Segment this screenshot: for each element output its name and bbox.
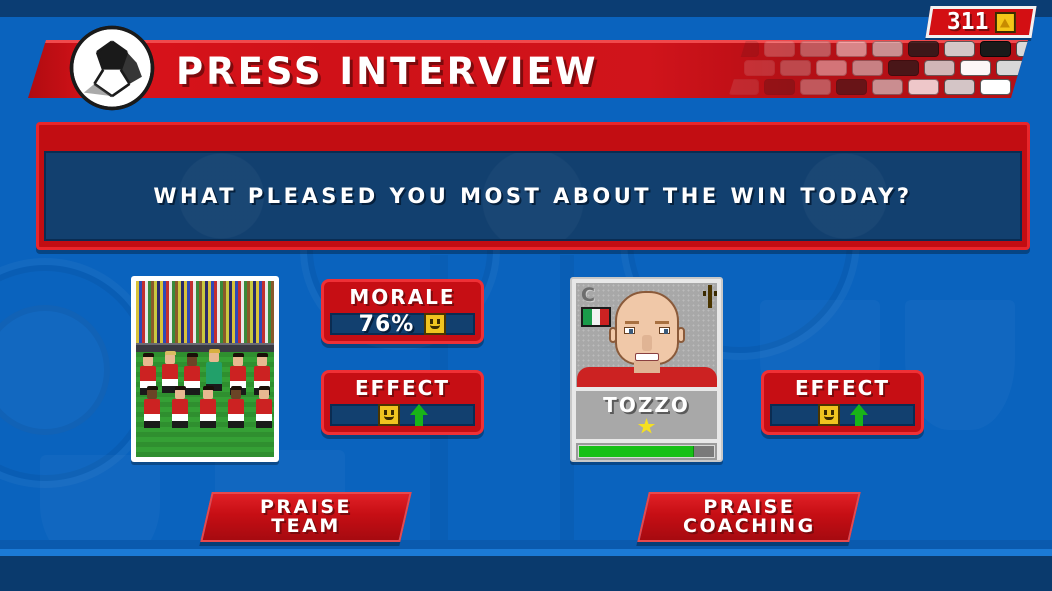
question-text: WHAT PLEASED YOU MOST ABOUT THE WIN TODA… bbox=[153, 184, 913, 208]
smiley-happy-icon bbox=[424, 313, 447, 335]
smiley-happy-icon bbox=[377, 404, 400, 426]
coaching-effect-label: EFFECT bbox=[795, 376, 890, 400]
team-player bbox=[172, 386, 188, 428]
team-morale-panel: MORALE 76% bbox=[321, 279, 484, 344]
stadium-crowd bbox=[136, 281, 274, 343]
italy-flag-icon bbox=[581, 307, 611, 327]
team-effect-label: EFFECT bbox=[355, 376, 450, 400]
banner-hex-pattern bbox=[728, 40, 1028, 98]
player-mood-badge bbox=[703, 285, 717, 308]
background-top-band bbox=[0, 0, 1052, 17]
page-title: PRESS INTERVIEW bbox=[176, 50, 599, 93]
praise-team-button[interactable]: PRAISE TEAM bbox=[200, 492, 412, 542]
player-name-box: TOZZO bbox=[576, 391, 717, 439]
question-inner-box: WHAT PLEASED YOU MOST ABOUT THE WIN TODA… bbox=[44, 151, 1022, 241]
question-panel: WHAT PLEASED YOU MOST ABOUT THE WIN TODA… bbox=[36, 122, 1030, 250]
football-icon bbox=[69, 25, 155, 111]
currency-amount: 311 bbox=[946, 8, 989, 35]
team-effect-value-box bbox=[330, 404, 475, 426]
player-condition-bar-fill bbox=[579, 446, 694, 457]
player-card[interactable]: C TOZZO bbox=[570, 277, 723, 462]
team-player bbox=[144, 386, 160, 428]
player-position-badge: C bbox=[581, 284, 595, 306]
team-morale-label: MORALE bbox=[349, 285, 456, 309]
arrow-up-icon bbox=[409, 404, 428, 426]
smiley-happy-icon bbox=[817, 404, 840, 426]
coin-icon bbox=[994, 11, 1016, 33]
team-effect-panel: EFFECT bbox=[321, 370, 484, 435]
player-face bbox=[576, 291, 717, 387]
praise-coaching-button[interactable]: PRAISE COACHING bbox=[637, 492, 861, 542]
praise-team-label-line2: TEAM bbox=[271, 515, 341, 537]
player-condition-bar bbox=[576, 443, 717, 460]
team-player bbox=[256, 386, 272, 428]
praise-coaching-label-line2: COACHING bbox=[682, 515, 816, 537]
currency-badge[interactable]: 311 bbox=[925, 6, 1037, 38]
page-header-banner: PRESS INTERVIEW bbox=[28, 40, 1028, 98]
coaching-effect-value-box bbox=[770, 404, 915, 426]
team-photo-card[interactable] bbox=[131, 276, 279, 462]
team-goalkeeper bbox=[206, 349, 222, 391]
team-morale-value-box: 76% bbox=[330, 311, 475, 337]
smiley-happy-icon bbox=[703, 285, 717, 308]
team-photo bbox=[136, 281, 274, 457]
team-morale-value: 76% bbox=[358, 311, 415, 337]
player-portrait: C bbox=[576, 283, 717, 387]
star-icon bbox=[637, 418, 656, 434]
player-name: TOZZO bbox=[603, 393, 690, 417]
team-player bbox=[200, 386, 216, 428]
coaching-effect-panel: EFFECT bbox=[761, 370, 924, 435]
team-player bbox=[228, 386, 244, 428]
background-bottom-highlight bbox=[0, 549, 1052, 556]
stand-barrier bbox=[136, 343, 274, 352]
arrow-up-icon bbox=[849, 404, 868, 426]
background-bottom-dark bbox=[0, 555, 1052, 591]
